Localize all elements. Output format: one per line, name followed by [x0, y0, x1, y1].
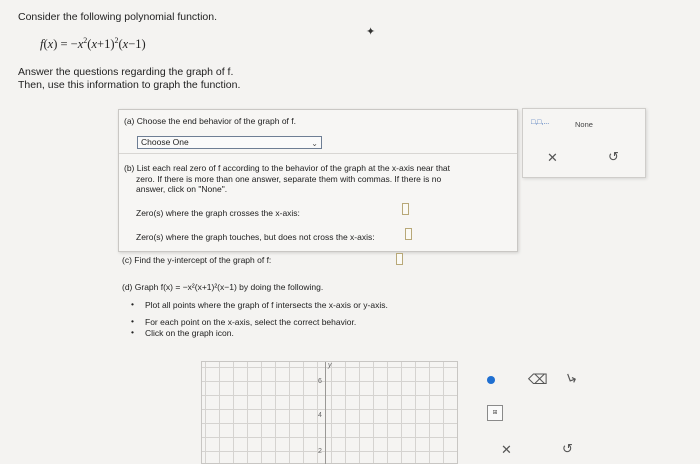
y-axis: [325, 362, 326, 464]
part-c-label: (c) Find the y-intercept of the graph of…: [122, 255, 272, 265]
undo-icon[interactable]: ↺: [608, 149, 619, 165]
touches-label: Zero(s) where the graph touches, but doe…: [136, 232, 375, 242]
answer-instruction: Answer the questions regarding the graph…: [18, 66, 234, 78]
part-d-label: (d) Graph f(x) = −x²(x+1)²(x−1) by doing…: [122, 282, 324, 292]
bullet-icon: •: [131, 316, 134, 326]
part-b-line3: answer, click on "None".: [136, 184, 228, 194]
graph-icon[interactable]: ⊞: [487, 405, 503, 421]
part-a-label: (a) Choose the end behavior of the graph…: [124, 116, 297, 126]
y-tick-label: 6: [318, 378, 322, 385]
eraser-icon[interactable]: ⌫: [528, 371, 548, 388]
crosses-input[interactable]: [402, 203, 409, 215]
graph-canvas[interactable]: y 6 4 2: [201, 361, 458, 464]
end-behavior-dropdown[interactable]: Choose One ⌄: [137, 136, 322, 149]
clear-x-icon[interactable]: ✕: [547, 150, 558, 166]
divider: [119, 153, 517, 154]
function-display: f(x) = −x2(x+1)2(x−1): [40, 35, 146, 51]
then-instruction: Then, use this information to graph the …: [18, 79, 241, 91]
bullet-item: For each point on the x-axis, select the…: [145, 317, 357, 327]
bullet-icon: •: [131, 299, 134, 309]
bullet-icon: •: [131, 327, 134, 337]
cursor-icon: ✦: [366, 26, 376, 38]
touches-input[interactable]: [405, 228, 412, 240]
intro-line: Consider the following polynomial functi…: [18, 11, 218, 23]
bullet-item: Click on the graph icon.: [145, 328, 234, 338]
dropdown-value: Choose One: [141, 137, 189, 147]
comma-list-button[interactable]: □,□,...: [531, 119, 549, 126]
y-intercept-input[interactable]: [396, 253, 403, 265]
part-b-line2: zero. If there is more than one answer, …: [136, 174, 442, 184]
part-b-line1: (b) List each real zero of f according t…: [124, 163, 451, 173]
bullet-item: Plot all points where the graph of f int…: [145, 300, 388, 310]
clear-x-icon[interactable]: ✕: [501, 442, 512, 458]
behavior-curve-icon[interactable]: ↳: [563, 369, 580, 389]
y-axis-label: y: [328, 362, 332, 369]
y-tick-label: 2: [318, 448, 322, 455]
chevron-down-icon: ⌄: [311, 139, 318, 148]
undo-icon[interactable]: ↺: [562, 441, 573, 457]
crosses-label: Zero(s) where the graph crosses the x-ax…: [136, 208, 300, 218]
y-tick-label: 4: [318, 412, 322, 419]
point-tool-icon[interactable]: [487, 376, 495, 384]
none-button[interactable]: None: [575, 120, 593, 129]
